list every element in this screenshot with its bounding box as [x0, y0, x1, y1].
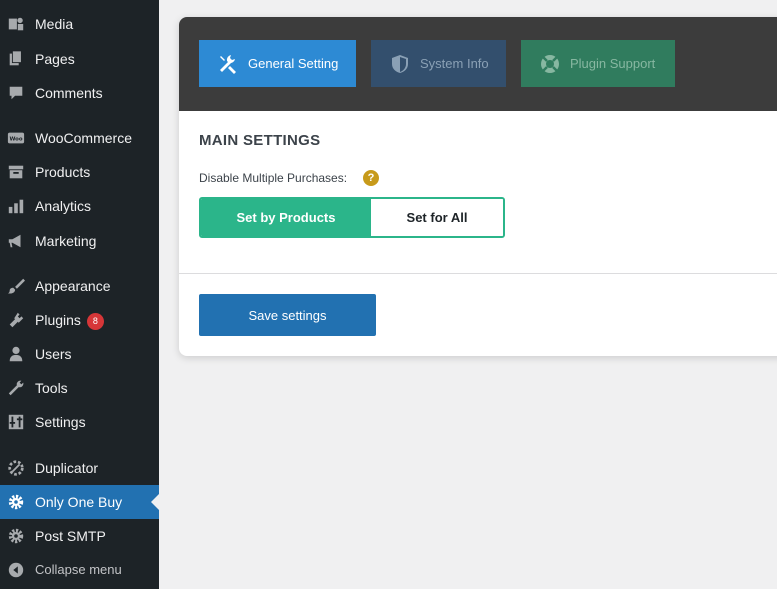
sidebar-item-plugins[interactable]: Plugins 8: [0, 303, 159, 337]
tab-label: System Info: [420, 56, 489, 71]
admin-sidebar: Media Pages Comments Woo WooCommerce Pro…: [0, 0, 159, 589]
section-title: MAIN SETTINGS: [199, 132, 321, 149]
lifebuoy-icon: [539, 53, 561, 75]
woocommerce-icon: Woo: [7, 129, 25, 147]
sidebar-item-appearance[interactable]: Appearance: [0, 269, 159, 303]
tab-bar: General Setting System Info Plugin Suppo…: [179, 17, 777, 111]
sidebar-item-analytics[interactable]: Analytics: [0, 189, 159, 223]
tab-system-info[interactable]: System Info: [371, 40, 506, 87]
users-icon: [7, 345, 25, 363]
settings-icon: [7, 413, 25, 431]
sidebar-item-label: Comments: [35, 85, 103, 101]
sidebar-item-settings[interactable]: Settings: [0, 405, 159, 439]
tab-general-setting[interactable]: General Setting: [199, 40, 356, 87]
megaphone-icon: [7, 232, 25, 250]
shield-icon: [389, 53, 411, 75]
disable-multiple-purchases-label: Disable Multiple Purchases:: [199, 171, 348, 185]
set-by-products-option[interactable]: Set by Products: [201, 199, 371, 236]
sidebar-item-marketing[interactable]: Marketing: [0, 224, 159, 258]
tab-label: Plugin Support: [570, 56, 656, 71]
sidebar-item-label: Tools: [35, 380, 68, 396]
products-icon: [7, 163, 25, 181]
collapse-menu-button[interactable]: Collapse menu: [0, 553, 159, 587]
media-icon: [7, 15, 25, 33]
tab-label: General Setting: [248, 56, 339, 71]
sidebar-item-label: Only One Buy: [35, 494, 123, 510]
sidebar-item-comments[interactable]: Comments: [0, 76, 159, 110]
sidebar-item-label: Marketing: [35, 233, 97, 249]
collapse-arrow-icon: [7, 561, 25, 579]
divider: [179, 273, 777, 274]
duplicator-icon: [7, 459, 25, 477]
sidebar-item-label: Media: [35, 16, 74, 32]
sidebar-item-label: Post SMTP: [35, 528, 106, 544]
wrench-icon: [7, 379, 25, 397]
analytics-icon: [7, 197, 25, 215]
sidebar-item-post-smtp[interactable]: Post SMTP: [0, 519, 159, 553]
settings-panel: General Setting System Info Plugin Suppo…: [179, 17, 777, 356]
sidebar-item-woocommerce[interactable]: Woo WooCommerce: [0, 121, 159, 155]
gear-icon: [7, 493, 25, 511]
purchase-mode-toggle: Set by Products Set for All: [199, 197, 505, 238]
pages-icon: [7, 50, 25, 68]
sidebar-item-products[interactable]: Products: [0, 155, 159, 189]
plugin-icon: [7, 311, 25, 329]
sidebar-item-users[interactable]: Users: [0, 337, 159, 371]
gear-icon: [7, 527, 25, 545]
sidebar-item-label: Pages: [35, 51, 75, 67]
sidebar-item-duplicator[interactable]: Duplicator: [0, 451, 159, 485]
sidebar-item-pages[interactable]: Pages: [0, 42, 159, 76]
sidebar-item-label: Duplicator: [35, 460, 99, 476]
tab-plugin-support[interactable]: Plugin Support: [521, 40, 675, 87]
paintbrush-icon: [7, 277, 25, 295]
sidebar-item-label: Appearance: [35, 278, 111, 294]
save-settings-button[interactable]: Save settings: [199, 294, 376, 336]
tools-icon: [217, 53, 239, 75]
help-icon[interactable]: ?: [363, 170, 379, 186]
sidebar-item-label: Plugins: [35, 312, 81, 328]
set-for-all-option[interactable]: Set for All: [371, 199, 503, 236]
sidebar-item-label: WooCommerce: [35, 130, 132, 146]
comments-icon: [7, 84, 25, 102]
sidebar-item-media[interactable]: Media: [0, 7, 159, 41]
sidebar-item-label: Settings: [35, 414, 86, 430]
collapse-menu-label: Collapse menu: [35, 562, 122, 577]
sidebar-item-label: Analytics: [35, 198, 92, 214]
sidebar-item-label: Products: [35, 164, 91, 180]
update-count-badge: 8: [86, 313, 104, 330]
sidebar-item-tools[interactable]: Tools: [0, 371, 159, 405]
svg-text:Woo: Woo: [9, 137, 22, 143]
sidebar-item-label: Users: [35, 346, 72, 362]
sidebar-item-only-one-buy[interactable]: Only One Buy: [0, 485, 159, 519]
